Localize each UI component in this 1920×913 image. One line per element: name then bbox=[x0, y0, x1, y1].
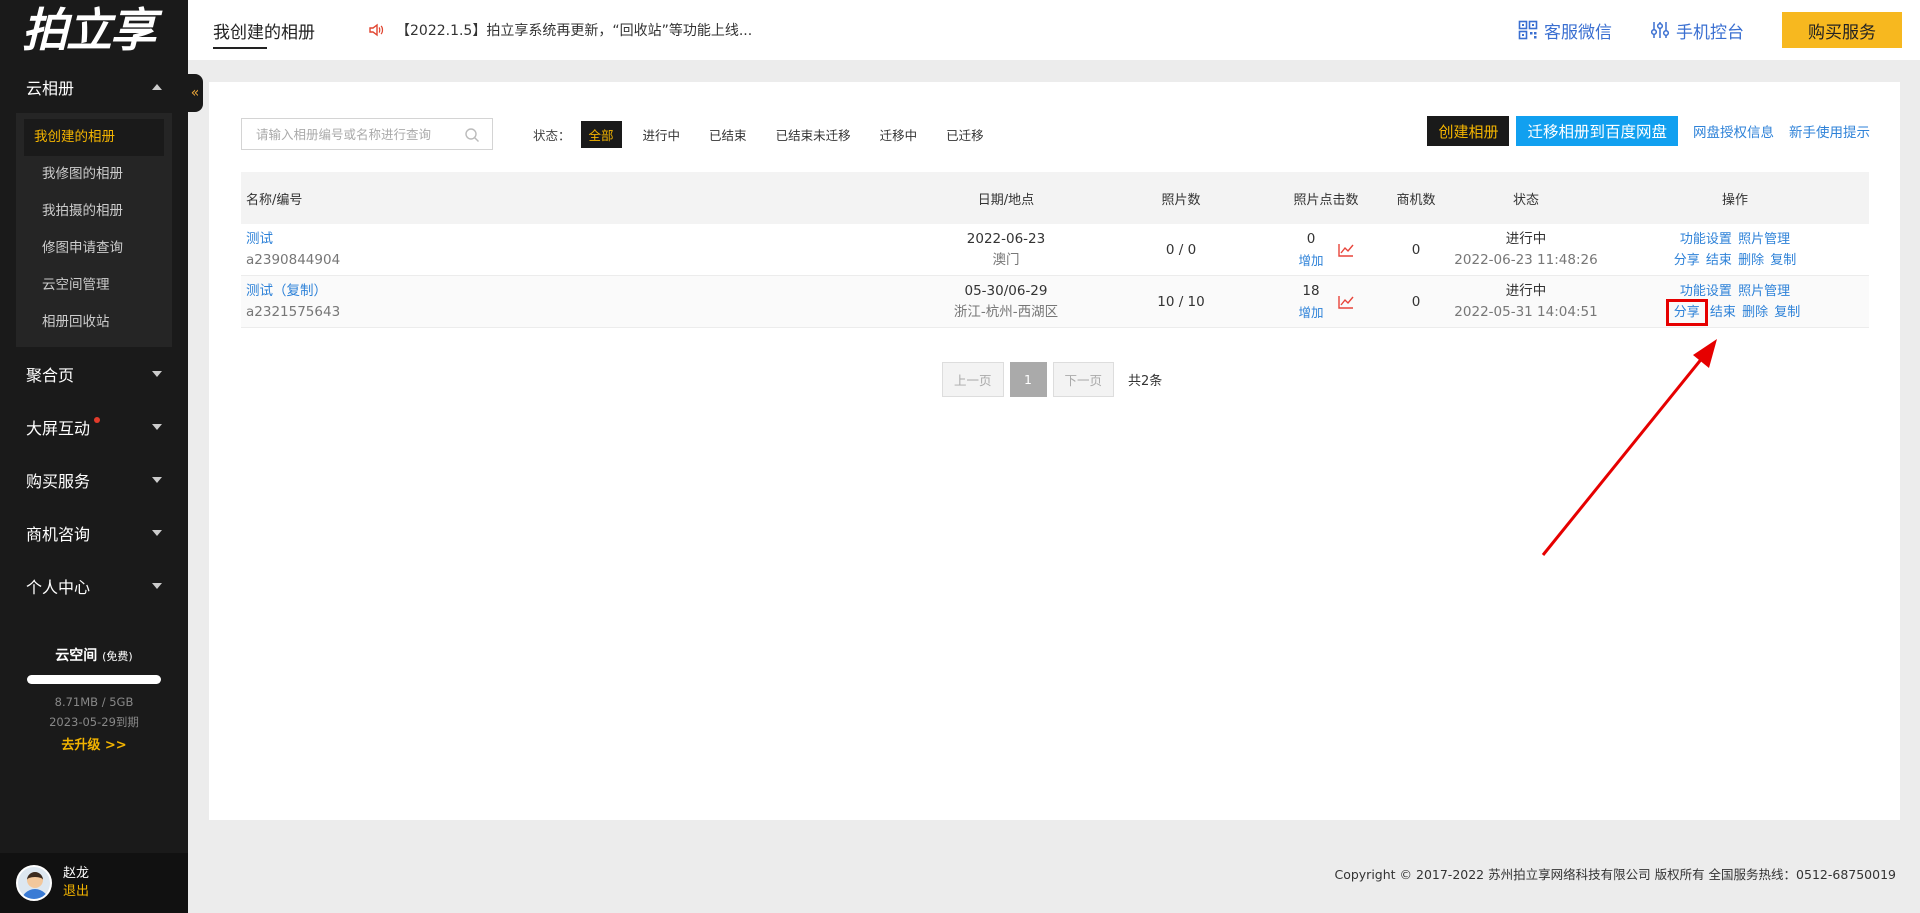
search-input[interactable] bbox=[256, 126, 456, 142]
topbar: 我创建的相册 【2022.1.5】拍立享系统再更新，“回收站”等功能上线... … bbox=[188, 0, 1920, 60]
filter-in-progress[interactable]: 进行中 bbox=[635, 121, 689, 148]
end-link[interactable]: 结束 bbox=[1710, 305, 1736, 320]
filter-ended-not-migrated[interactable]: 已结束未迁移 bbox=[768, 121, 859, 148]
album-name-link[interactable]: 测试（复制） bbox=[246, 281, 921, 302]
add-clicks-link[interactable]: 增加 bbox=[1298, 250, 1323, 271]
filter-migrated[interactable]: 已迁移 bbox=[938, 121, 992, 148]
delete-link[interactable]: 删除 bbox=[1742, 305, 1768, 320]
system-notice[interactable]: 【2022.1.5】拍立享系统再更新，“回收站”等功能上线... bbox=[368, 20, 752, 40]
menu-business-inquiry[interactable]: 商机咨询 bbox=[0, 506, 188, 559]
sidebar-item-cloud-space[interactable]: 云空间管理 bbox=[24, 267, 164, 304]
filter-all[interactable]: 全部 bbox=[580, 121, 622, 148]
feature-settings-link[interactable]: 功能设置 bbox=[1680, 284, 1732, 299]
user-name: 赵龙 bbox=[63, 866, 90, 881]
albums-table: 名称/编号 日期/地点 照片数 照片点击数 商机数 状态 操作 测试 a2390… bbox=[241, 172, 1869, 328]
album-id: a2390844904 bbox=[246, 251, 341, 268]
menu-cloud-album[interactable]: 云相册 bbox=[0, 60, 188, 113]
delete-link[interactable]: 删除 bbox=[1738, 253, 1764, 268]
logo[interactable]: 拍立享 bbox=[0, 0, 188, 60]
album-name-link[interactable]: 测试 bbox=[246, 229, 921, 250]
search-icon[interactable] bbox=[464, 127, 480, 143]
speaker-icon bbox=[369, 23, 384, 37]
copy-link[interactable]: 复制 bbox=[1770, 253, 1796, 268]
filter-ended[interactable]: 已结束 bbox=[701, 121, 755, 148]
status-filters: 状态： 全部 进行中 已结束 已结束未迁移 迁移中 已迁移 bbox=[533, 121, 1005, 148]
caret-down-icon bbox=[152, 476, 162, 483]
annotation-arrow-icon bbox=[1541, 339, 1717, 556]
caret-down-icon bbox=[152, 529, 162, 536]
caret-down-icon bbox=[152, 423, 162, 430]
buy-service-button[interactable]: 购买服务 bbox=[1782, 12, 1902, 48]
sliders-icon bbox=[1650, 22, 1670, 38]
menu-big-screen[interactable]: 大屏互动 bbox=[0, 400, 188, 453]
customer-wechat-link[interactable]: 客服微信 bbox=[1518, 18, 1612, 43]
table-row: 测试 a2390844904 2022-06-23 澳门 0 / 0 0 增加 … bbox=[241, 224, 1869, 276]
avatar[interactable] bbox=[16, 865, 52, 901]
photo-manage-link[interactable]: 照片管理 bbox=[1738, 284, 1790, 299]
menu-buy-service[interactable]: 购买服务 bbox=[0, 453, 188, 506]
end-link[interactable]: 结束 bbox=[1706, 253, 1732, 268]
sidebar-item-my-retouched-albums[interactable]: 我修图的相册 bbox=[24, 156, 164, 193]
tab-my-created-albums[interactable]: 我创建的相册 bbox=[213, 18, 315, 43]
space-usage-bar bbox=[27, 675, 161, 684]
caret-down-icon bbox=[152, 370, 162, 377]
table-header: 名称/编号 日期/地点 照片数 照片点击数 商机数 状态 操作 bbox=[241, 172, 1869, 224]
create-album-button[interactable]: 创建相册 bbox=[1427, 116, 1510, 146]
photo-manage-link[interactable]: 照片管理 bbox=[1738, 232, 1790, 247]
pagination: 上一页 1 下一页 共2条 bbox=[942, 362, 1162, 397]
next-page-button[interactable]: 下一页 bbox=[1052, 362, 1115, 397]
caret-down-icon bbox=[152, 582, 162, 589]
cloud-space-box: 云空间 (免费) 8.71MB / 5GB 2023-05-29到期 去升级 >… bbox=[0, 645, 188, 753]
copy-link[interactable]: 复制 bbox=[1774, 305, 1800, 320]
qrcode-icon bbox=[1518, 20, 1538, 40]
sidebar-collapse-icon[interactable]: « bbox=[187, 74, 203, 112]
prev-page-button[interactable]: 上一页 bbox=[942, 362, 1004, 397]
menu-aggregate-page[interactable]: 聚合页 bbox=[0, 347, 188, 400]
album-id: a2321575643 bbox=[246, 303, 341, 320]
mobile-console-link[interactable]: 手机控台 bbox=[1650, 18, 1744, 43]
trend-chart-icon[interactable] bbox=[1337, 243, 1354, 257]
logout-link[interactable]: 退出 bbox=[63, 883, 89, 901]
disk-auth-link[interactable]: 网盘授权信息 bbox=[1693, 121, 1774, 141]
tab-underline bbox=[213, 47, 267, 49]
space-usage-text: 8.71MB / 5GB bbox=[54, 695, 134, 709]
table-row: 测试（复制） a2321575643 05-30/06-29 浙江-杭州-西湖区… bbox=[241, 276, 1869, 328]
tips-link[interactable]: 新手使用提示 bbox=[1789, 121, 1870, 141]
sidebar-item-my-shot-albums[interactable]: 我拍摄的相册 bbox=[24, 193, 164, 230]
sidebar-item-recycle-bin[interactable]: 相册回收站 bbox=[24, 304, 164, 341]
sidebar-item-my-created-albums[interactable]: 我创建的相册 bbox=[24, 119, 164, 156]
menu-group-cloud-album: 云相册 我创建的相册 我修图的相册 我拍摄的相册 修图申请查询 云空间管理 相册… bbox=[0, 60, 188, 347]
add-clicks-link[interactable]: 增加 bbox=[1298, 302, 1323, 323]
search-box bbox=[241, 118, 493, 150]
sidebar: 拍立享 云相册 我创建的相册 我修图的相册 我拍摄的相册 修图申请查询 云空间管… bbox=[0, 0, 188, 913]
migrate-to-baidu-button[interactable]: 迁移相册到百度网盘 bbox=[1516, 116, 1678, 146]
filter-migrating[interactable]: 迁移中 bbox=[872, 121, 926, 148]
footer: Copyright © 2017-2022 苏州拍立享网络科技有限公司 版权所有… bbox=[1334, 867, 1896, 882]
trend-chart-icon[interactable] bbox=[1337, 295, 1354, 309]
submenu-cloud-album: 我创建的相册 我修图的相册 我拍摄的相册 修图申请查询 云空间管理 相册回收站 bbox=[16, 113, 172, 347]
sidebar-item-retouch-request[interactable]: 修图申请查询 bbox=[24, 230, 164, 267]
page-number[interactable]: 1 bbox=[1009, 362, 1047, 397]
share-link[interactable]: 分享 bbox=[1674, 253, 1700, 268]
caret-up-icon bbox=[152, 83, 162, 90]
share-link-highlighted[interactable]: 分享 bbox=[1665, 298, 1708, 326]
space-expire-text: 2023-05-29到期 bbox=[49, 715, 139, 729]
upgrade-link[interactable]: 去升级 >> bbox=[0, 734, 188, 753]
total-count: 共2条 bbox=[1128, 374, 1163, 389]
notification-dot bbox=[94, 416, 101, 423]
user-box: 赵龙 退出 bbox=[0, 853, 188, 913]
menu-personal-center[interactable]: 个人中心 bbox=[0, 559, 188, 612]
feature-settings-link[interactable]: 功能设置 bbox=[1680, 232, 1732, 247]
